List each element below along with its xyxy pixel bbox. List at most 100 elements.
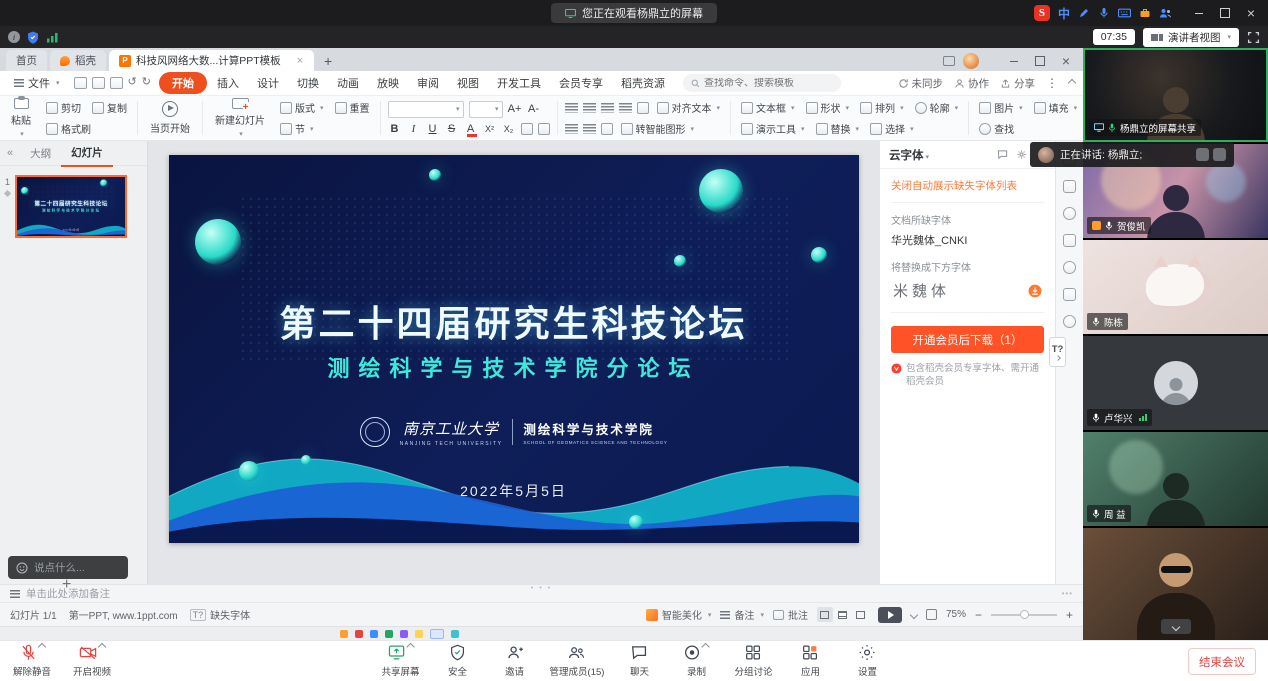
layout-button[interactable]: 版式 (277, 99, 327, 116)
close-button[interactable] (1240, 5, 1262, 21)
paste-button[interactable]: 粘贴 (6, 98, 36, 138)
collaborate-button[interactable]: 协作 (954, 76, 989, 91)
smart-graphic-button[interactable]: 转智能图形 (618, 120, 698, 137)
replace-button[interactable]: 替换 (813, 120, 863, 137)
command-search[interactable] (683, 74, 841, 92)
share-options-chevron[interactable] (406, 643, 414, 651)
line-spacing-icon[interactable] (601, 123, 613, 135)
format-painter-button[interactable]: 格式刷 (43, 120, 94, 137)
output-icon[interactable] (92, 77, 105, 89)
italic-button[interactable]: I (407, 122, 421, 136)
align-text-button[interactable]: 对齐文本 (654, 99, 724, 116)
mic-ime-icon[interactable] (1098, 7, 1110, 19)
arrange-button[interactable]: 排列 (857, 99, 907, 116)
slide-subtitle[interactable]: 测绘科学与技术学院分论坛 (169, 351, 859, 383)
slideshow-play-button[interactable] (878, 607, 902, 623)
increase-font-button[interactable]: A+ (508, 102, 522, 116)
ime-logo-icon[interactable]: S (1034, 5, 1050, 21)
participant-tile[interactable]: 陈栋 (1083, 240, 1268, 334)
find-button[interactable]: 查找 (976, 120, 1017, 137)
slide-thumbnail[interactable]: 第二十四届研究生科技论坛 测绘科学与技术学院分论坛 2022年5月5日 (15, 175, 127, 238)
shield-icon[interactable] (27, 31, 39, 44)
download-icon[interactable] (1028, 284, 1042, 298)
comments-button[interactable]: 批注 (773, 607, 808, 622)
tab-home[interactable]: 首页 (6, 50, 47, 71)
video-options-chevron[interactable] (98, 643, 106, 651)
wps-minimize-button[interactable] (1003, 53, 1025, 69)
tab-document[interactable]: P 科技风网络大数...计算PPT模板 × (109, 50, 314, 71)
view-mode-selector[interactable]: 演讲者视图 (1143, 28, 1239, 47)
security-button[interactable]: 安全 (436, 644, 480, 678)
reading-view-button[interactable] (853, 607, 869, 622)
collapse-videos-button[interactable] (1161, 619, 1191, 634)
play-from-current-button[interactable]: 当页开始 (145, 98, 195, 138)
start-video-button[interactable]: 开启视频 (70, 644, 114, 678)
expand-chat-button[interactable]: + (62, 577, 71, 593)
resource-pane-icon[interactable] (1063, 288, 1076, 301)
apps-button[interactable]: 应用 (788, 644, 832, 678)
settings-pane-icon[interactable] (1016, 149, 1027, 160)
fit-page-icon[interactable] (926, 609, 937, 620)
audio-options-chevron[interactable] (37, 643, 45, 651)
fill-button[interactable]: 填充 (1031, 99, 1081, 116)
share-button[interactable]: 分享 (1000, 76, 1035, 91)
manage-members-button[interactable]: 管理成员(15) (550, 644, 605, 678)
people-ime-icon[interactable] (1159, 7, 1172, 19)
superscript-button[interactable]: X² (483, 122, 497, 136)
shape-button[interactable]: 形状 (803, 99, 853, 116)
notes-bar[interactable]: • • • 单击此处添加备注 ••• (0, 584, 1083, 602)
close-tab-icon[interactable]: × (296, 55, 304, 67)
subscript-button[interactable]: X₂ (502, 122, 516, 136)
print-icon[interactable] (110, 77, 123, 89)
taskbar-app-icon[interactable] (385, 630, 393, 638)
record-options-chevron[interactable] (702, 643, 710, 651)
menu-transition[interactable]: 切换 (289, 72, 327, 94)
record-button[interactable]: 录制 (674, 644, 718, 678)
raise-hand-icon[interactable] (1213, 148, 1226, 161)
notes-toggle-button[interactable]: 备注 (720, 607, 764, 622)
participant-tile[interactable]: 周 益 (1083, 432, 1268, 526)
animation-pane-icon[interactable] (1063, 180, 1076, 193)
text-effects-icon[interactable] (521, 123, 533, 135)
emoji-icon[interactable] (16, 562, 28, 574)
maximize-button[interactable] (1214, 5, 1236, 21)
picture-button[interactable]: 图片 (976, 99, 1026, 116)
help-icon[interactable] (1063, 261, 1076, 274)
play-options-icon[interactable] (910, 610, 918, 618)
command-search-input[interactable] (704, 78, 830, 89)
align-center-button[interactable] (583, 103, 596, 113)
menu-insert[interactable]: 插入 (209, 72, 247, 94)
present-tools-button[interactable]: 演示工具 (738, 120, 808, 137)
menu-animation[interactable]: 动画 (329, 72, 367, 94)
outline-button[interactable]: 轮廓 (912, 99, 962, 116)
align-left-button[interactable] (565, 103, 578, 113)
clear-format-icon[interactable] (538, 123, 550, 135)
font-name-select[interactable] (388, 101, 464, 118)
network-signal-icon[interactable] (46, 32, 58, 43)
cut-button[interactable]: 剪切 (43, 99, 84, 116)
menu-view[interactable]: 视图 (449, 72, 487, 94)
missing-font-name[interactable]: 华光魏体_CNKI (891, 232, 1044, 248)
zoom-slider[interactable] (991, 614, 1057, 616)
menu-design[interactable]: 设计 (249, 72, 287, 94)
taskbar-app-icon[interactable] (355, 630, 363, 638)
new-slide-button[interactable]: 新建幻灯片 (210, 98, 270, 138)
taskbar-active-app[interactable] (430, 629, 444, 639)
account-avatar[interactable] (963, 53, 979, 69)
smart-beautify-button[interactable]: 智能美化 (646, 607, 712, 622)
menu-member[interactable]: 会员专享 (551, 72, 611, 94)
align-right-button[interactable] (601, 103, 614, 113)
taskbar-app-icon[interactable] (451, 630, 459, 638)
font-size-select[interactable] (469, 101, 503, 118)
reset-button[interactable]: 重置 (332, 99, 373, 116)
taskbar-app-icon[interactable] (400, 630, 408, 638)
minimize-button[interactable] (1188, 5, 1210, 21)
toolbox-icon[interactable] (1139, 7, 1151, 19)
chat-button[interactable]: 聊天 (617, 644, 661, 678)
menu-start[interactable]: 开始 (159, 72, 207, 94)
zoom-slider-knob[interactable] (1020, 610, 1029, 619)
share-screen-button[interactable]: 共享屏幕 (379, 644, 423, 678)
missing-font-status[interactable]: T?缺失字体 (190, 607, 251, 622)
notes-resize-handle[interactable]: • • • (531, 585, 552, 592)
sorter-view-button[interactable] (835, 607, 851, 622)
